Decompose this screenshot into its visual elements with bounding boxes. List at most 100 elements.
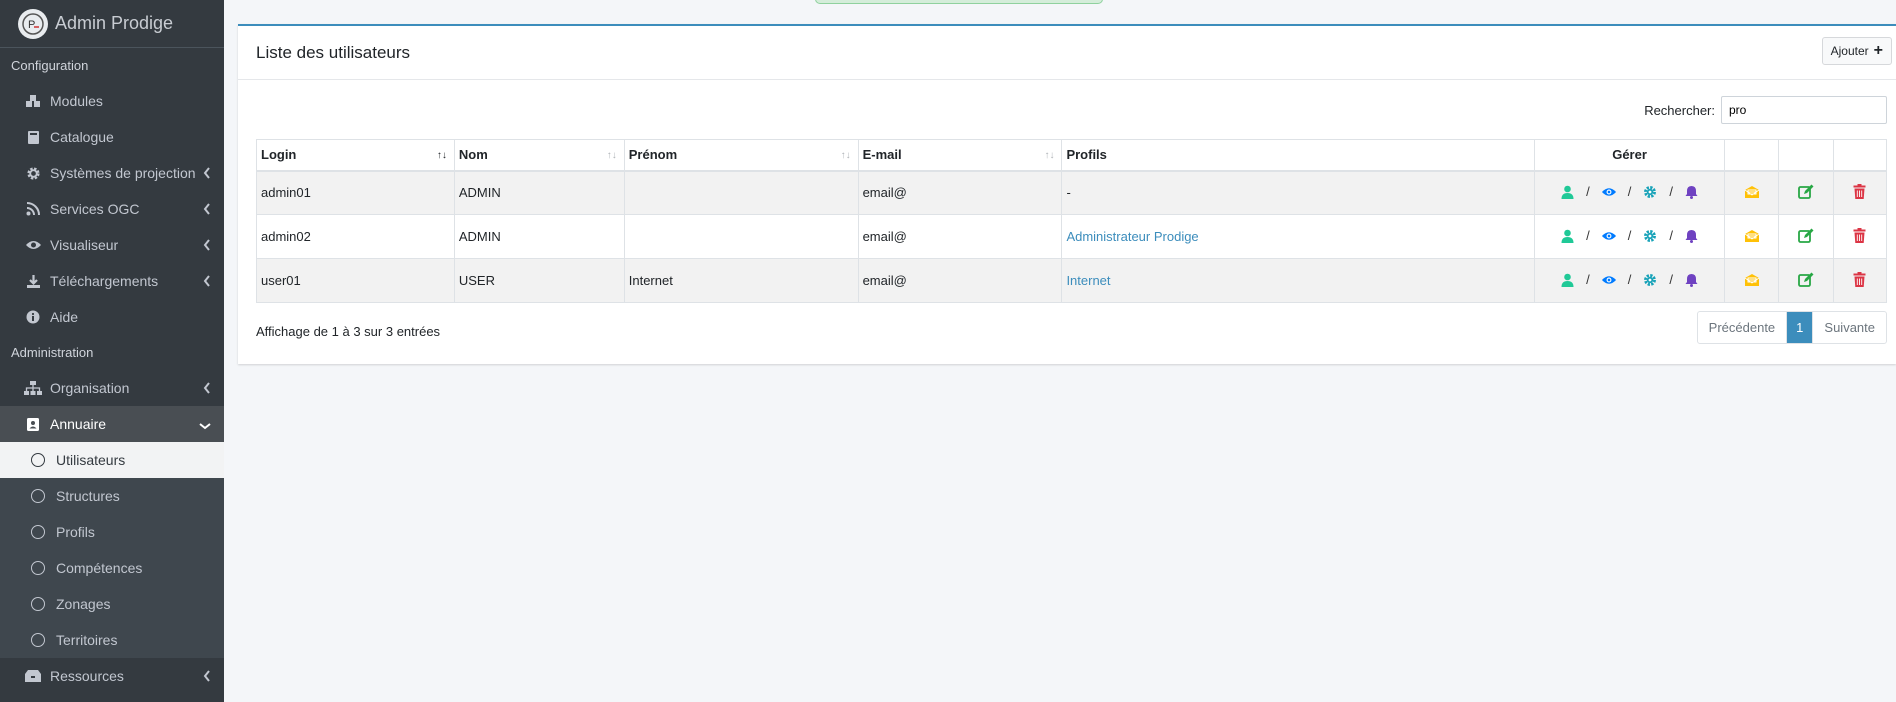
- column-header-prenom[interactable]: Prénom ↑↓: [623, 139, 859, 172]
- sidebar-subitem-competences[interactable]: Compétences: [0, 550, 224, 586]
- eye-icon[interactable]: [1601, 228, 1617, 244]
- separator: /: [1586, 272, 1590, 287]
- separator: /: [1669, 184, 1673, 200]
- trash-icon[interactable]: [1852, 184, 1868, 200]
- sidebar-item-label: Annuaire: [50, 416, 107, 432]
- gear-icon[interactable]: [1642, 272, 1658, 288]
- cell-gerer: / / /: [1534, 170, 1726, 215]
- sidebar-item-visualiseur[interactable]: Visualiseur: [0, 227, 224, 263]
- column-header-nom[interactable]: Nom ↑↓: [453, 139, 625, 172]
- column-header-login[interactable]: Login ↑↓: [256, 139, 455, 172]
- column-header-email[interactable]: E-mail ↑↓: [857, 139, 1063, 172]
- column-header-profils: Profils: [1061, 139, 1536, 172]
- sort-icon: ↑↓: [1044, 150, 1055, 161]
- column-header-label: Prénom: [628, 147, 678, 163]
- sidebar-subitem-zonages[interactable]: Zonages: [0, 586, 224, 622]
- circle-icon: [31, 489, 45, 503]
- sidebar-subitem-structures[interactable]: Structures: [0, 478, 224, 514]
- sidebar-subitem-utilisateurs[interactable]: Utilisateurs: [0, 442, 224, 478]
- plus-icon: +: [1873, 42, 1883, 59]
- cell-mail: [1724, 258, 1779, 303]
- brand[interactable]: P Admin Prodige: [0, 0, 224, 48]
- sidebar-item-organisation[interactable]: Organisation: [0, 370, 224, 406]
- sidebar-subitem-profils[interactable]: Profils: [0, 514, 224, 550]
- sidebar-item-aide[interactable]: Aide: [0, 299, 224, 335]
- trash-icon[interactable]: [1852, 271, 1868, 287]
- circle-icon: [31, 525, 45, 539]
- pagination-previous[interactable]: Précédente: [1698, 312, 1788, 343]
- sidebar-item-ressources[interactable]: Ressources: [0, 658, 224, 694]
- cell-delete: [1832, 170, 1888, 215]
- profil-link[interactable]: Administrateur Prodige: [1066, 229, 1198, 244]
- sort-icon: ↑↓: [840, 150, 851, 161]
- column-header-label: E-mail: [862, 147, 902, 163]
- add-button-label: Ajouter: [1830, 44, 1869, 58]
- cell-profils: Administrateur Prodige: [1061, 214, 1536, 259]
- sidebar-item-label: Organisation: [50, 380, 130, 396]
- gear-icon[interactable]: [1642, 228, 1658, 244]
- column-header-gerer: Gérer: [1534, 139, 1726, 172]
- user-icon[interactable]: [1559, 184, 1575, 200]
- pagination-next[interactable]: Suivante: [1812, 312, 1886, 343]
- user-icon[interactable]: [1559, 228, 1575, 244]
- add-user-button[interactable]: Ajouter +: [1821, 37, 1892, 65]
- sidebar-item-systemes-projection[interactable]: Systèmes de projection: [0, 155, 224, 191]
- rss-icon: [24, 202, 42, 216]
- sidebar-item-label: Catalogue: [50, 129, 114, 145]
- column-header-label: Login: [261, 147, 297, 163]
- separator: /: [1627, 184, 1632, 200]
- sidebar-item-modules[interactable]: Modules: [0, 83, 224, 119]
- sidebar-subitem-label: Compétences: [56, 560, 143, 576]
- svg-text:P: P: [28, 19, 35, 31]
- cell-delete: [1832, 258, 1888, 303]
- circle-icon: [31, 561, 45, 575]
- trash-icon[interactable]: [1852, 227, 1868, 243]
- column-header-label: Gérer: [1612, 147, 1647, 163]
- envelope-open-icon[interactable]: [1744, 228, 1760, 244]
- bell-icon[interactable]: [1684, 184, 1700, 200]
- eye-icon[interactable]: [1601, 272, 1617, 288]
- cell-edit: [1778, 170, 1834, 215]
- separator: /: [1586, 228, 1590, 243]
- edit-icon[interactable]: [1798, 271, 1814, 287]
- table-body: admin01 ADMIN email@ - / / / admin02 ADM…: [256, 170, 1888, 303]
- sidebar-item-telechargements[interactable]: Téléchargements: [0, 263, 224, 299]
- sidebar-subitem-territoires[interactable]: Territoires: [0, 622, 224, 658]
- pagination-page-1[interactable]: 1: [1787, 312, 1813, 343]
- column-header-label: Profils: [1066, 147, 1107, 163]
- cubes-icon: [24, 94, 42, 108]
- address-book-icon: [24, 417, 42, 432]
- cell-edit: [1778, 214, 1834, 259]
- download-icon: [24, 274, 42, 289]
- user-icon[interactable]: [1559, 272, 1575, 288]
- circle-icon: [31, 633, 45, 647]
- boxes-icon: [24, 669, 42, 683]
- sidebar-item-label: Modules: [50, 93, 103, 109]
- profil-link[interactable]: Internet: [1066, 273, 1110, 288]
- cell-prenom: Internet: [623, 258, 859, 303]
- eye-icon[interactable]: [1601, 184, 1617, 200]
- table-header-row: Login ↑↓ Nom ↑↓ Prénom ↑↓ E-mail ↑↓ Profils …: [256, 139, 1888, 172]
- sidebar-item-services-ogc[interactable]: Services OGC: [0, 191, 224, 227]
- sidebar-item-catalogue[interactable]: Catalogue: [0, 119, 224, 155]
- edit-icon[interactable]: [1798, 227, 1814, 243]
- search-input[interactable]: [1721, 96, 1887, 124]
- cell-email: email@: [857, 214, 1063, 259]
- users-table: Login ↑↓ Nom ↑↓ Prénom ↑↓ E-mail ↑↓ Profils …: [256, 139, 1888, 303]
- sidebar-item-annuaire[interactable]: Annuaire: [0, 406, 224, 442]
- column-header-empty: [1778, 139, 1834, 172]
- cell-login: admin02: [256, 214, 455, 259]
- cell-delete: [1832, 214, 1888, 259]
- bell-icon[interactable]: [1684, 228, 1700, 244]
- cell-login: user01: [256, 258, 455, 303]
- column-header-empty: [1832, 139, 1888, 172]
- cell-gerer: / / /: [1534, 258, 1726, 303]
- bell-icon[interactable]: [1684, 272, 1700, 288]
- separator: /: [1586, 184, 1590, 200]
- envelope-open-icon[interactable]: [1744, 272, 1760, 288]
- chevron-left-icon: [203, 274, 211, 290]
- envelope-open-icon[interactable]: [1744, 184, 1760, 200]
- sidebar: P Admin Prodige Configuration Modules Ca…: [0, 0, 224, 702]
- edit-icon[interactable]: [1798, 184, 1814, 200]
- gear-icon[interactable]: [1642, 184, 1658, 200]
